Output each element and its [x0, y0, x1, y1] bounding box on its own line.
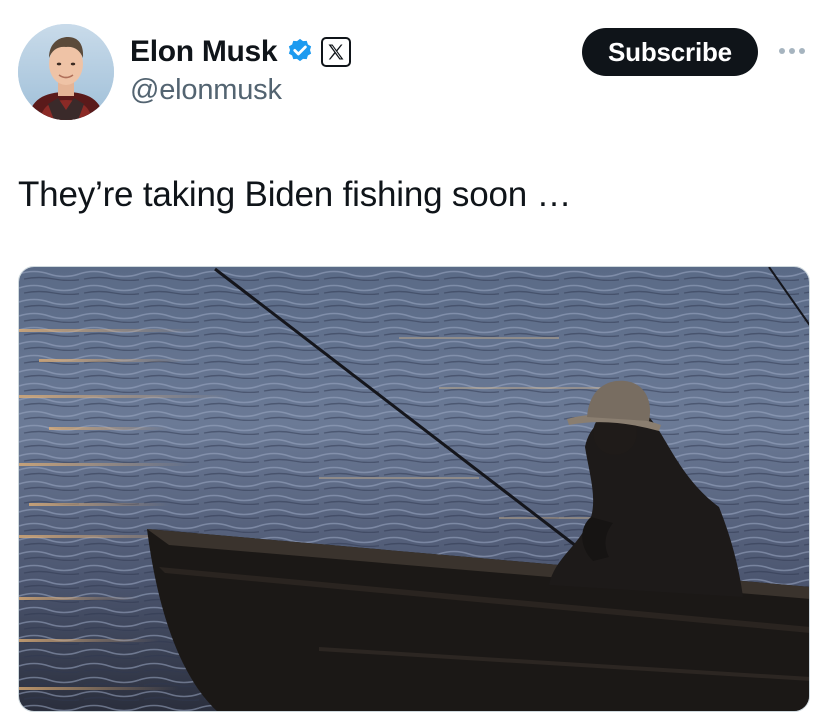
display-name[interactable]: Elon Musk [130, 35, 278, 69]
more-options-button[interactable] [772, 34, 812, 68]
tweet-text: They’re taking Biden fishing soon … [18, 175, 572, 214]
name-row: Elon Musk [130, 30, 352, 74]
verified-badge-icon[interactable] [285, 37, 315, 67]
subscribe-button[interactable]: Subscribe [582, 28, 758, 76]
tweet-card: Elon Musk @elonmusk Subscribe They’re ta… [0, 0, 828, 728]
fisherman-photo [19, 267, 809, 711]
more-dot-icon [799, 48, 805, 54]
avatar[interactable] [18, 24, 114, 120]
author-block: Elon Musk @elonmusk [130, 30, 352, 107]
more-dot-icon [779, 48, 785, 54]
user-handle[interactable]: @elonmusk [130, 74, 351, 107]
tweet-photo[interactable] [18, 266, 810, 712]
x-logo-icon[interactable] [321, 37, 352, 67]
avatar-image [18, 24, 114, 120]
more-dot-icon [789, 48, 795, 54]
